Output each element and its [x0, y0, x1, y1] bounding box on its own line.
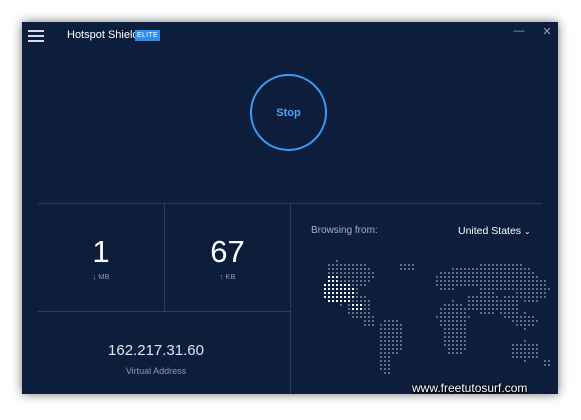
map-panel-divider — [290, 203, 291, 394]
upload-unit: ↑ KB — [165, 272, 290, 281]
location-value: United States — [458, 225, 522, 237]
browsing-from-label: Browsing from: — [311, 225, 378, 236]
download-unit-label: MB — [98, 272, 110, 281]
world-map — [324, 260, 550, 374]
app-window: Hotspot Shield ELITE — ✕ Stop 1 ↓ MB 67 … — [22, 22, 558, 394]
minimize-icon[interactable]: — — [511, 25, 527, 37]
elite-badge: ELITE — [135, 30, 160, 41]
download-unit: ↓ MB — [38, 272, 164, 281]
upload-unit-label: KB — [225, 272, 236, 281]
virtual-address-label: Virtual Address — [125, 366, 187, 376]
download-arrow-icon: ↓ — [92, 272, 97, 281]
stop-button-label: Stop — [276, 106, 301, 119]
stats-bottom-divider — [38, 311, 290, 312]
location-dropdown[interactable]: United States ⌄ — [458, 225, 531, 237]
upload-value: 67 — [210, 234, 245, 269]
download-value: 1 — [92, 234, 110, 269]
stop-button[interactable]: Stop — [250, 74, 327, 151]
chevron-down-icon: ⌄ — [524, 227, 531, 236]
watermark-text: www.freetutosurf.com — [412, 381, 528, 395]
virtual-ip-address: 162.217.31.60 — [108, 342, 204, 359]
upload-arrow-icon: ↑ — [219, 272, 224, 281]
close-icon[interactable]: ✕ — [539, 25, 555, 38]
app-title: Hotspot Shield — [67, 29, 139, 41]
hamburger-menu-icon[interactable] — [28, 30, 44, 42]
